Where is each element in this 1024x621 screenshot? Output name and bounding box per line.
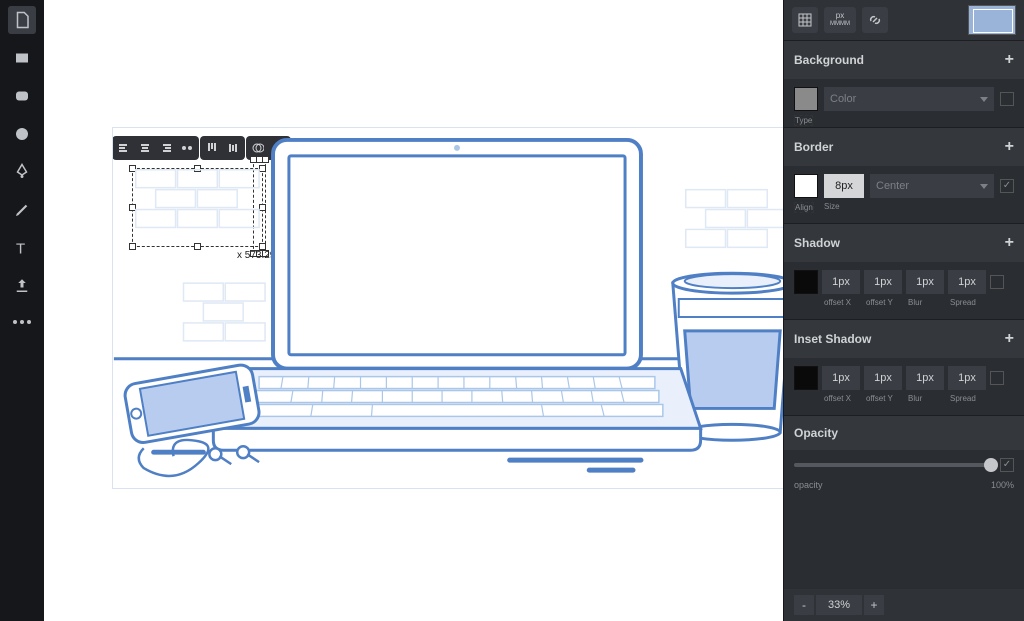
add-inset-shadow-button[interactable]: + — [1005, 330, 1014, 348]
units-button[interactable]: px MMMM — [824, 7, 856, 33]
chevron-down-icon — [980, 97, 988, 102]
lbl-spread: Spread — [950, 394, 988, 403]
border-enabled-checkbox[interactable] — [1000, 179, 1014, 193]
grid-toggle-button[interactable] — [792, 7, 818, 33]
border-size-input[interactable]: 8px — [824, 174, 864, 198]
opacity-label: opacity — [794, 480, 823, 490]
section-title: Background — [794, 53, 864, 67]
section-title: Border — [794, 140, 833, 154]
add-shadow-button[interactable]: + — [1005, 234, 1014, 252]
link-button[interactable] — [862, 7, 888, 33]
background-swatch[interactable] — [794, 87, 818, 111]
section-title: Shadow — [794, 236, 840, 250]
more-tools[interactable] — [8, 316, 36, 344]
opacity-enabled-checkbox[interactable] — [1000, 458, 1014, 472]
inset-blur-input[interactable]: 1px — [906, 366, 944, 390]
section-opacity: Opacity opacity 100% — [784, 415, 1024, 502]
inspector-panel: px MMMM Background + Color — [783, 0, 1024, 621]
add-border-button[interactable]: + — [1005, 138, 1014, 156]
rect-tool[interactable] — [8, 44, 36, 72]
navigator-thumbnail[interactable] — [968, 5, 1016, 35]
shadow-blur-input[interactable]: 1px — [906, 270, 944, 294]
inset-shadow-enabled-checkbox[interactable] — [990, 371, 1004, 385]
border-color-swatch[interactable] — [794, 174, 818, 198]
shadow-spread-input[interactable]: 1px — [948, 270, 986, 294]
tool-column: T — [0, 0, 44, 621]
round-rect-tool[interactable] — [8, 82, 36, 110]
unit-label-top: px — [836, 12, 844, 20]
section-background: Background + Color Type — [784, 40, 1024, 127]
shadow-color-swatch[interactable] — [794, 270, 818, 294]
add-background-button[interactable]: + — [1005, 51, 1014, 69]
align-sublabel: Align — [794, 202, 814, 213]
unit-label-bottom: MMMM — [830, 20, 850, 28]
inspector-top-tools: px MMMM — [784, 0, 1024, 40]
lbl-blur: Blur — [908, 394, 946, 403]
opacity-value: 100% — [991, 480, 1014, 490]
shadow-enabled-checkbox[interactable] — [990, 275, 1004, 289]
inset-shadow-color-swatch[interactable] — [794, 366, 818, 390]
zoom-value[interactable]: 33% — [816, 595, 862, 615]
lbl-offset-x: offset X — [824, 298, 862, 307]
ellipse-tool[interactable] — [8, 120, 36, 148]
inset-offset-y-input[interactable]: 1px — [864, 366, 902, 390]
section-inset-shadow: Inset Shadow + 1px 1px 1px 1px offset X … — [784, 319, 1024, 415]
opacity-slider[interactable] — [794, 458, 992, 472]
canvas-wrap: x 573.29, y 433.01 — [44, 0, 783, 621]
section-border: Border + 8px Center S — [784, 127, 1024, 223]
lbl-spread: Spread — [950, 298, 988, 307]
canvas[interactable]: x 573.29, y 433.01 — [44, 0, 783, 621]
background-color-select[interactable]: Color — [824, 87, 994, 111]
slider-thumb[interactable] — [984, 458, 998, 472]
zoom-out-button[interactable]: - — [794, 595, 814, 615]
zoom-bar: - 33% + — [784, 589, 1024, 621]
section-title: Opacity — [794, 426, 838, 440]
page-tool[interactable] — [8, 6, 36, 34]
pen-tool[interactable] — [8, 158, 36, 186]
artboard[interactable] — [112, 127, 783, 489]
svg-text:T: T — [16, 240, 25, 257]
section-title: Inset Shadow — [794, 332, 871, 346]
section-shadow: Shadow + 1px 1px 1px 1px offset X offset — [784, 223, 1024, 319]
inset-spread-input[interactable]: 1px — [948, 366, 986, 390]
pencil-tool[interactable] — [8, 196, 36, 224]
zoom-in-button[interactable]: + — [864, 595, 884, 615]
upload-tool[interactable] — [8, 272, 36, 300]
border-align-select[interactable]: Center — [870, 174, 994, 198]
shadow-offset-y-input[interactable]: 1px — [864, 270, 902, 294]
background-enabled-checkbox[interactable] — [1000, 92, 1014, 106]
type-sublabel: Type — [794, 115, 813, 126]
chevron-down-icon — [980, 184, 988, 189]
text-tool[interactable]: T — [8, 234, 36, 262]
illustration — [113, 128, 783, 488]
shadow-offset-x-input[interactable]: 1px — [822, 270, 860, 294]
inset-offset-x-input[interactable]: 1px — [822, 366, 860, 390]
size-sublabel: Size — [824, 202, 864, 211]
select-label: Color — [830, 93, 856, 105]
lbl-offset-y: offset Y — [866, 394, 904, 403]
lbl-offset-y: offset Y — [866, 298, 904, 307]
lbl-offset-x: offset X — [824, 394, 862, 403]
lbl-blur: Blur — [908, 298, 946, 307]
select-label: Center — [876, 180, 909, 192]
